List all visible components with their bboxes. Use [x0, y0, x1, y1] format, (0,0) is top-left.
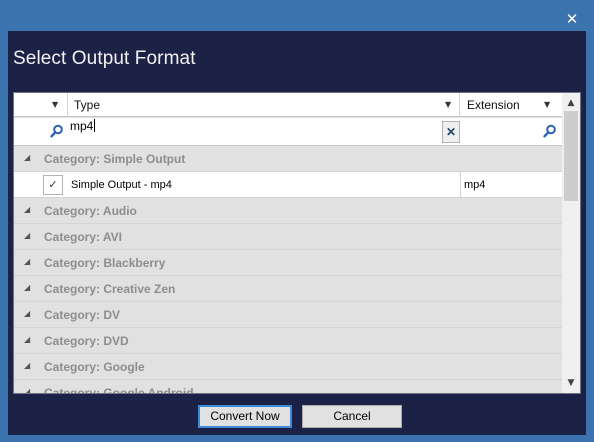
- scroll-down-icon[interactable]: ▼: [562, 375, 580, 391]
- category-label: Category: Creative Zen: [44, 282, 176, 296]
- filter-row: mp4 ✕: [14, 118, 562, 146]
- item-extension: mp4: [464, 179, 486, 191]
- text-caret: [94, 119, 96, 132]
- category-label: Category: DVD: [44, 334, 129, 348]
- extension-column-header[interactable]: Extension ▼: [460, 93, 562, 117]
- scrollbar-thumb[interactable]: [564, 111, 578, 201]
- extension-filter-input[interactable]: [460, 118, 540, 145]
- collapse-arrow-icon[interactable]: ◢: [24, 335, 30, 344]
- clear-filter-button[interactable]: ✕: [442, 121, 460, 143]
- collapse-arrow-icon[interactable]: ◢: [24, 153, 30, 162]
- category-label: Category: Blackberry: [44, 256, 166, 270]
- category-row-dvd[interactable]: ◢ Category: DVD: [14, 328, 562, 354]
- category-row-dv[interactable]: ◢ Category: DV: [14, 302, 562, 328]
- category-row-google-android[interactable]: ◢ Category: Google Android: [14, 380, 562, 394]
- dialog-title: Select Output Format: [13, 48, 196, 69]
- collapse-arrow-icon[interactable]: ◢: [24, 387, 30, 393]
- item-type: Simple Output - mp4: [71, 179, 172, 191]
- checkbox-column-header[interactable]: ▼: [14, 93, 68, 117]
- type-filter-input[interactable]: mp4: [68, 118, 442, 145]
- cancel-button[interactable]: Cancel: [302, 405, 402, 428]
- grid-rows: ◢ Category: Simple Output ✓ Simple Outpu…: [14, 146, 562, 394]
- collapse-arrow-icon[interactable]: ◢: [24, 257, 30, 266]
- category-label: Category: Audio: [44, 204, 137, 218]
- item-checkbox[interactable]: ✓: [43, 175, 63, 195]
- convert-now-button[interactable]: Convert Now: [198, 405, 292, 428]
- collapse-arrow-icon[interactable]: ◢: [24, 283, 30, 292]
- chevron-down-icon[interactable]: ▼: [445, 93, 451, 117]
- category-row-avi[interactable]: ◢ Category: AVI: [14, 224, 562, 250]
- dialog-client: Select Output Format ▼ Type ▼ Extension …: [8, 31, 586, 435]
- column-divider: [460, 172, 461, 198]
- type-column-header[interactable]: Type ▼: [68, 93, 460, 117]
- category-label: Category: DV: [44, 308, 121, 322]
- search-icon[interactable]: [543, 124, 557, 138]
- category-row-creative-zen[interactable]: ◢ Category: Creative Zen: [14, 276, 562, 302]
- scroll-up-icon[interactable]: ▲: [562, 95, 580, 111]
- chevron-down-icon[interactable]: ▼: [52, 93, 58, 117]
- format-item-row[interactable]: ✓ Simple Output - mp4 mp4: [14, 172, 562, 198]
- search-icon[interactable]: [50, 124, 64, 138]
- window-frame: ✕ Select Output Format ▼ Type ▼ Extensio…: [0, 0, 594, 442]
- category-label: Category: Simple Output: [44, 152, 186, 166]
- type-filter-value: mp4: [70, 119, 94, 133]
- category-row-audio[interactable]: ◢ Category: Audio: [14, 198, 562, 224]
- vertical-scrollbar[interactable]: ▲ ▼: [562, 93, 580, 393]
- type-column-label: Type: [74, 98, 101, 112]
- extension-column-label: Extension: [467, 98, 520, 112]
- format-grid: ▼ Type ▼ Extension ▼ mp4 ✕ ◢ Category: S…: [13, 92, 581, 394]
- category-label: Category: AVI: [44, 230, 123, 244]
- category-row-blackberry[interactable]: ◢ Category: Blackberry: [14, 250, 562, 276]
- collapse-arrow-icon[interactable]: ◢: [24, 231, 30, 240]
- close-icon[interactable]: ✕: [558, 6, 586, 32]
- collapse-arrow-icon[interactable]: ◢: [24, 205, 30, 214]
- category-label: Category: Google: [44, 360, 145, 374]
- grid-header: ▼ Type ▼ Extension ▼: [14, 93, 562, 117]
- category-row-simple-output[interactable]: ◢ Category: Simple Output: [14, 146, 562, 172]
- collapse-arrow-icon[interactable]: ◢: [24, 361, 30, 370]
- category-row-google[interactable]: ◢ Category: Google: [14, 354, 562, 380]
- category-label: Category: Google Android: [44, 386, 194, 394]
- chevron-down-icon[interactable]: ▼: [544, 93, 550, 117]
- collapse-arrow-icon[interactable]: ◢: [24, 309, 30, 318]
